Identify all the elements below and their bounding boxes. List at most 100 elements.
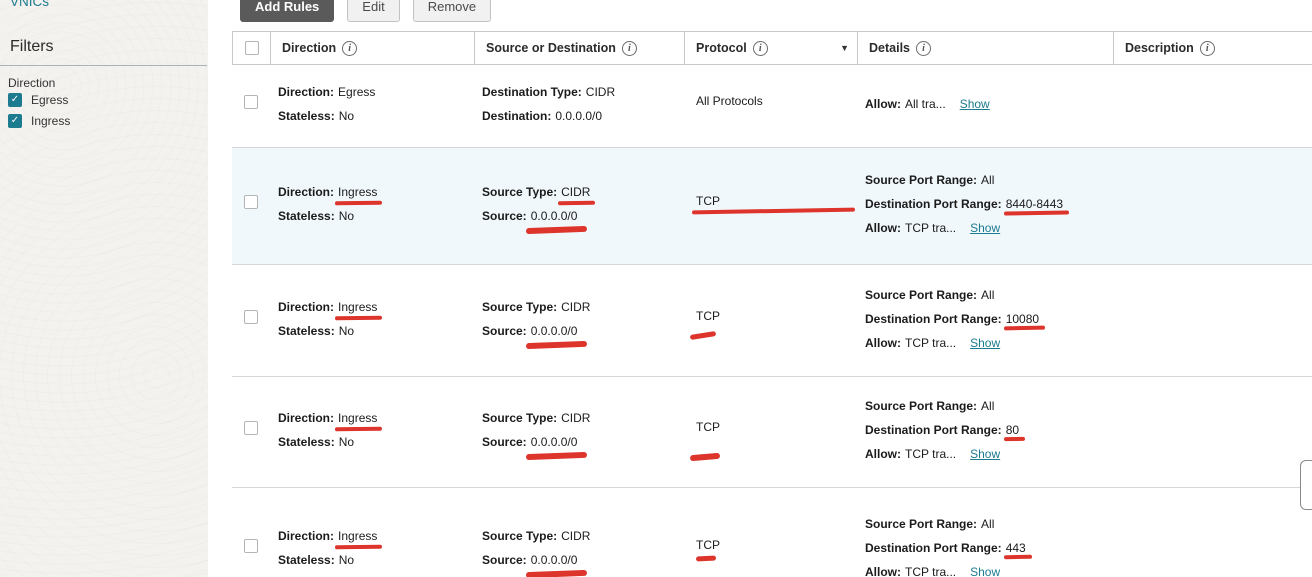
- show-details-link[interactable]: Show: [970, 336, 1000, 350]
- direction-cell: Direction:IngressStateless:No: [270, 488, 474, 577]
- field-label: Destination Port Range:: [865, 541, 1002, 555]
- field-value: All: [981, 173, 994, 187]
- field-value-red-underlined: Ingress: [338, 300, 377, 314]
- details-cell: Source Port Range:AllDestination Port Ra…: [857, 488, 1113, 577]
- red-underline-annotation: [690, 330, 716, 339]
- field-value: TCP tra...: [905, 221, 956, 235]
- header-direction[interactable]: Direction i: [271, 32, 475, 64]
- description-cell: [1113, 377, 1312, 487]
- info-icon[interactable]: i: [622, 41, 637, 56]
- field-value-red-underlined: 8440-8443: [1006, 197, 1063, 211]
- direction-cell: Direction:IngressStateless:No: [270, 377, 474, 487]
- header-description[interactable]: Description i: [1114, 32, 1312, 64]
- field-value: CIDR: [561, 300, 590, 314]
- field-value-red-underlined: 80: [1006, 423, 1019, 437]
- header-source-or-destination[interactable]: Source or Destination i: [475, 32, 685, 64]
- protocol-value: TCP: [696, 538, 720, 552]
- chevron-down-icon[interactable]: ▼: [840, 43, 849, 53]
- edit-button[interactable]: Edit: [347, 0, 399, 22]
- source-or-destination-cell: Source Type:CIDRSource:0.0.0.0/0: [474, 488, 684, 577]
- header-details[interactable]: Details i: [858, 32, 1114, 64]
- row-checkbox[interactable]: [244, 539, 258, 553]
- info-icon[interactable]: i: [342, 41, 357, 56]
- info-icon[interactable]: i: [753, 41, 768, 56]
- field-label: Stateless:: [278, 209, 335, 223]
- row-checkbox[interactable]: [244, 95, 258, 109]
- protocol-cell: TCP: [684, 377, 857, 487]
- right-edge-clipped-button[interactable]: [1300, 460, 1312, 510]
- show-details-link[interactable]: Show: [970, 221, 1000, 235]
- field-value: All: [981, 288, 994, 302]
- row-checkbox[interactable]: [244, 310, 258, 324]
- field-value: CIDR: [586, 85, 615, 99]
- source-or-destination-cell: Source Type:CIDRSource:0.0.0.0/0: [474, 377, 684, 487]
- row-checkbox[interactable]: [244, 195, 258, 209]
- protocol-cell: TCP: [684, 488, 857, 577]
- header-checkbox-cell: [233, 32, 271, 64]
- table-row[interactable]: Direction:IngressStateless:No Source Typ…: [232, 377, 1312, 488]
- field-value: TCP tra...: [905, 565, 956, 577]
- source-or-destination-cell: Source Type:CIDRSource:0.0.0.0/0: [474, 265, 684, 376]
- show-details-link[interactable]: Show: [960, 97, 990, 111]
- sidebar-item-vnics[interactable]: VNICs: [10, 0, 49, 9]
- rules-table: Direction i Source or Destination i Prot…: [232, 31, 1312, 577]
- table-header: Direction i Source or Destination i Prot…: [232, 31, 1312, 65]
- field-value-red-underlined: 0.0.0.0/0: [531, 435, 578, 449]
- field-value: Egress: [338, 85, 375, 99]
- table-row[interactable]: Direction:IngressStateless:No Source Typ…: [232, 488, 1312, 577]
- row-checkbox[interactable]: [244, 421, 258, 435]
- direction-cell: Direction:IngressStateless:No: [270, 265, 474, 376]
- select-all-checkbox[interactable]: [245, 41, 259, 55]
- field-value: No: [339, 435, 354, 449]
- egress-checkbox[interactable]: [8, 93, 22, 107]
- info-icon[interactable]: i: [1200, 41, 1215, 56]
- show-details-link[interactable]: Show: [970, 447, 1000, 461]
- field-value: TCP tra...: [905, 336, 956, 350]
- header-protocol[interactable]: Protocol i ▼: [685, 32, 858, 64]
- red-underline-annotation: [690, 453, 720, 462]
- egress-filter[interactable]: Egress: [8, 93, 68, 107]
- field-value-red-underlined: Ingress: [338, 185, 377, 199]
- field-label: Direction:: [278, 185, 334, 199]
- info-icon[interactable]: i: [916, 41, 931, 56]
- field-value: No: [339, 109, 354, 123]
- field-value-red-underlined: 0.0.0.0/0: [531, 209, 578, 223]
- field-value-red-underlined: 443: [1006, 541, 1026, 555]
- ingress-filter[interactable]: Ingress: [8, 114, 70, 128]
- table-row[interactable]: Direction:IngressStateless:No Source Typ…: [232, 265, 1312, 377]
- protocol-value: TCP: [696, 420, 720, 434]
- description-cell: [1113, 65, 1312, 147]
- description-cell: [1113, 265, 1312, 376]
- ingress-checkbox[interactable]: [8, 114, 22, 128]
- table-row[interactable]: Direction:EgressStateless:No Destination…: [232, 65, 1312, 148]
- field-label: Source Port Range:: [865, 517, 977, 531]
- remove-button[interactable]: Remove: [413, 0, 491, 22]
- field-value: No: [339, 553, 354, 567]
- direction-cell: Direction: IngressStateless: No: [270, 148, 474, 264]
- source-or-destination-cell: Source Type:CIDRSource:0.0.0.0/0: [474, 148, 684, 264]
- add-rules-button[interactable]: Add Rules: [240, 0, 334, 22]
- field-value: CIDR: [561, 411, 590, 425]
- row-checkbox-cell: [232, 488, 270, 577]
- direction-cell: Direction:EgressStateless:No: [270, 65, 474, 147]
- details-cell: Allow:All tra...Show: [857, 65, 1113, 147]
- row-checkbox-cell: [232, 265, 270, 376]
- filters-title: Filters: [10, 38, 54, 56]
- sidebar: VNICs Filters Direction Egress Ingress: [0, 0, 208, 577]
- show-details-link[interactable]: Show: [970, 565, 1000, 577]
- row-checkbox-cell: [232, 65, 270, 147]
- details-cell: Source Port Range:AllDestination Port Ra…: [857, 265, 1113, 376]
- ingress-checkbox-label: Ingress: [31, 114, 70, 128]
- table-row[interactable]: Direction: IngressStateless: No Source Typ…: [232, 148, 1312, 265]
- field-value: No: [339, 209, 354, 223]
- field-label: Source Type:: [482, 529, 557, 543]
- table-body: Direction:EgressStateless:No Destination…: [232, 65, 1312, 577]
- description-cell: [1113, 488, 1312, 577]
- protocol-value: TCP: [696, 309, 720, 323]
- field-value: 0.0.0.0/0: [555, 109, 602, 123]
- field-label: Allow:: [865, 447, 901, 461]
- protocol-value: All Protocols: [696, 94, 763, 108]
- field-value-red-underlined: 0.0.0.0/0: [531, 324, 578, 338]
- field-label: Direction:: [278, 529, 334, 543]
- field-label: Source:: [482, 435, 527, 449]
